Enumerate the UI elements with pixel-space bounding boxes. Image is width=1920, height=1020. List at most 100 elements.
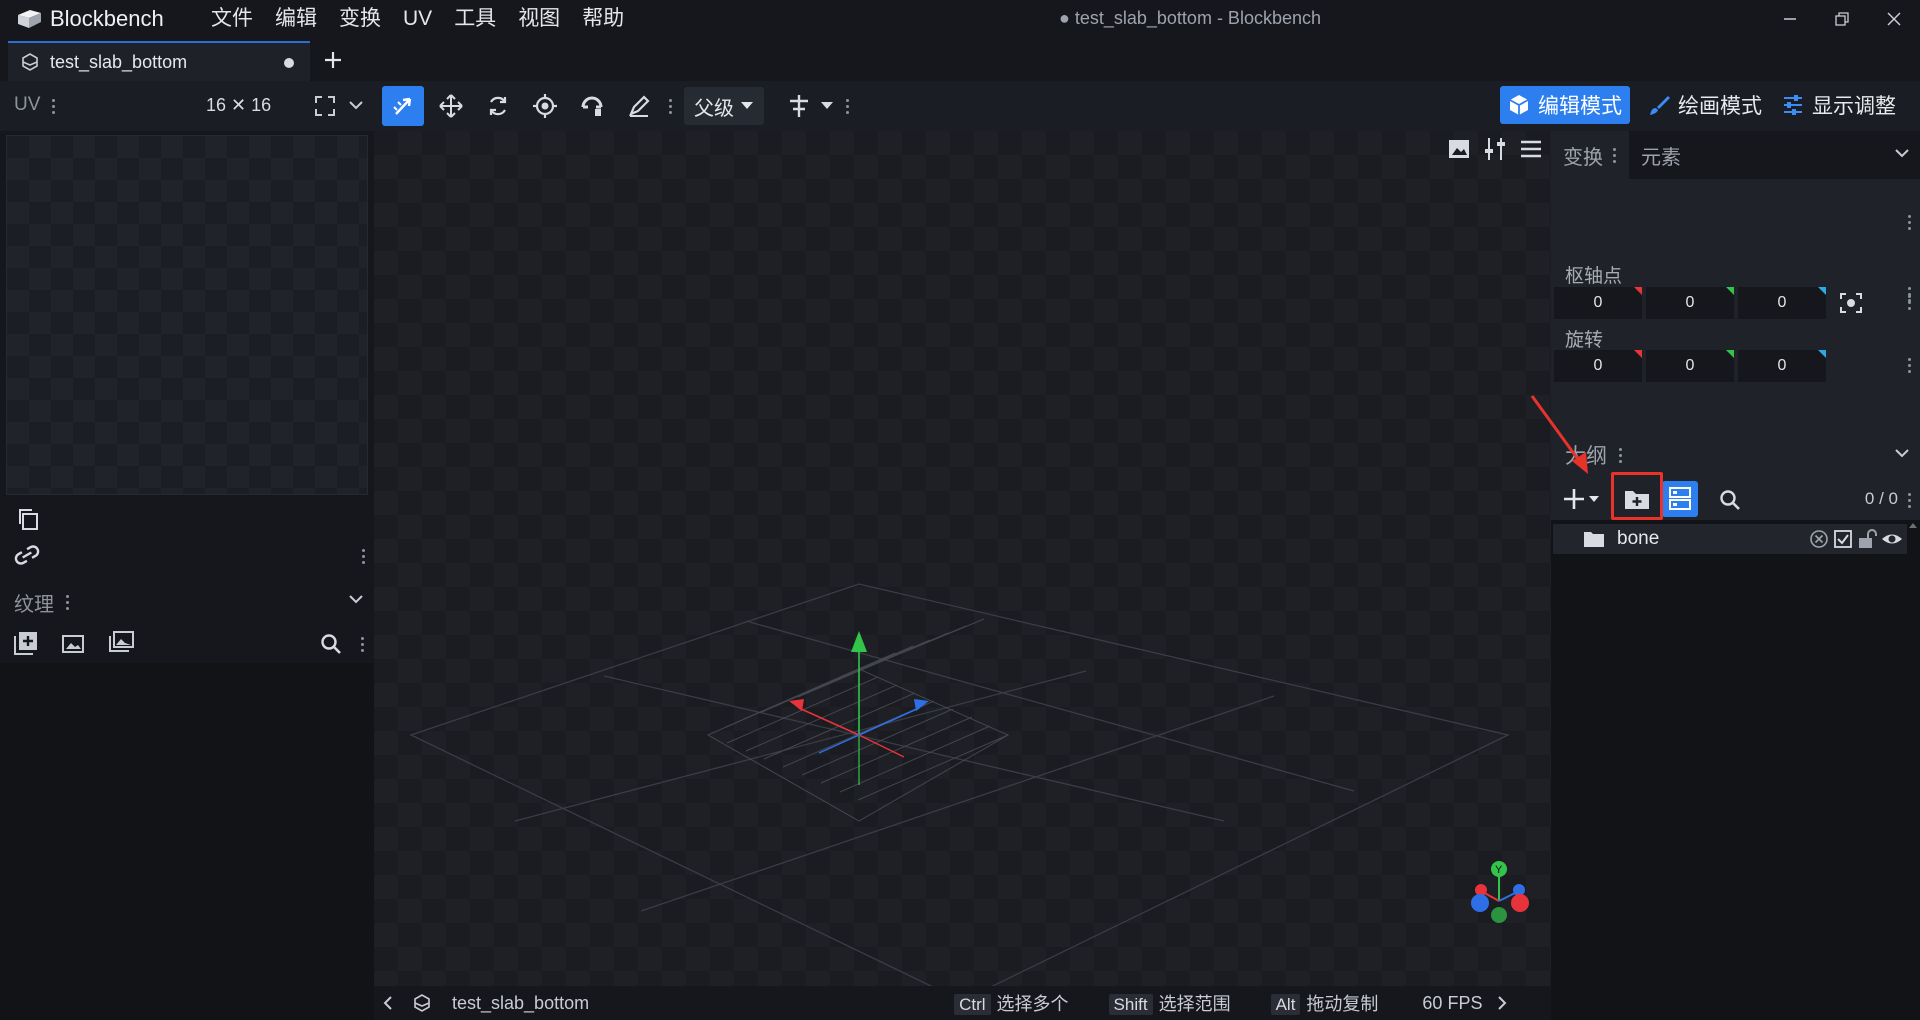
eraser-tool-button[interactable] — [618, 86, 660, 126]
display-mode-button[interactable]: 显示调整 — [1774, 86, 1904, 124]
folder-icon — [1584, 532, 1604, 547]
lock-open-icon[interactable] — [1857, 529, 1877, 549]
more-icon[interactable] — [1906, 358, 1912, 373]
collapse-chevron-icon[interactable] — [348, 593, 364, 605]
target-icon — [533, 94, 557, 118]
menu-help[interactable]: 帮助 — [571, 5, 635, 32]
restore-icon — [1835, 11, 1849, 26]
annotation-highlight-box — [1611, 472, 1663, 520]
orientation-gizmo[interactable]: Y — [1471, 861, 1529, 923]
checkbox-icon[interactable] — [1833, 529, 1853, 549]
close-window-button[interactable] — [1868, 0, 1920, 37]
textures-panel-header: 纹理 — [14, 588, 70, 617]
pivot-x-value: 0 — [1593, 294, 1603, 311]
link-icon[interactable] — [12, 543, 42, 565]
outliner-more-icon[interactable] — [1906, 493, 1912, 508]
project-icon — [412, 993, 432, 1013]
magnet-icon — [581, 96, 603, 116]
pivot-tool-button[interactable] — [524, 86, 566, 126]
outliner-group-row[interactable]: bone — [1553, 524, 1907, 554]
menu-file[interactable]: 文件 — [200, 5, 264, 32]
toolbar-options-icon[interactable] — [667, 99, 673, 114]
tab-transform[interactable]: 变换 — [1551, 131, 1629, 179]
unsaved-dot-icon[interactable] — [284, 58, 294, 68]
collapse-chevron-icon[interactable] — [1894, 147, 1910, 159]
hint-ctrl-label: 选择多个 — [996, 994, 1069, 1014]
export-toggle-icon[interactable] — [1809, 529, 1829, 549]
toolbar-more-icon[interactable] — [844, 99, 850, 114]
import-texture-icon[interactable] — [14, 631, 38, 655]
menu-transform[interactable]: 变换 — [328, 5, 392, 32]
add-element-icon[interactable] — [1562, 487, 1586, 511]
uv-options-icon[interactable] — [50, 99, 56, 114]
menu-uv[interactable]: UV — [392, 5, 443, 32]
paint-mode-button[interactable]: 绘画模式 — [1640, 86, 1770, 124]
caret-down-icon[interactable] — [820, 101, 834, 111]
tab-element[interactable]: 元素 — [1629, 131, 1693, 179]
tab-project[interactable]: test_slab_bottom — [8, 41, 310, 81]
outliner-list[interactable]: bone — [1551, 520, 1920, 1020]
close-icon — [1887, 11, 1901, 26]
minimize-button[interactable] — [1764, 0, 1816, 37]
menu-view[interactable]: 视图 — [507, 5, 571, 32]
eye-icon[interactable] — [1881, 529, 1903, 549]
outliner-count: 0 / 0 — [1864, 489, 1898, 508]
rotate-tool-button[interactable] — [477, 86, 519, 126]
hint-shift: Shift 选择范围 — [1108, 990, 1231, 1016]
new-tab-button[interactable] — [318, 45, 348, 75]
texture-gallery-icon[interactable] — [108, 631, 134, 653]
rotation-z-input[interactable]: 0 — [1738, 350, 1826, 382]
search-icon[interactable] — [320, 633, 342, 655]
caret-down-icon — [741, 102, 753, 109]
display-mode-label: 显示调整 — [1812, 95, 1896, 118]
brush-icon — [1650, 96, 1670, 115]
caret-down-icon[interactable] — [1588, 495, 1600, 503]
textures-options-icon[interactable] — [64, 595, 70, 610]
pivot-z-input[interactable]: 0 — [1738, 287, 1826, 319]
scene-grid: Y — [409, 583, 1529, 986]
transform-tool-button[interactable] — [430, 86, 472, 126]
create-texture-icon[interactable] — [62, 633, 84, 653]
pencil-icon — [628, 95, 650, 117]
chevron-left-icon[interactable] — [382, 995, 394, 1011]
chevron-right-icon[interactable] — [1496, 995, 1508, 1011]
center-pivot-icon[interactable] — [1839, 292, 1863, 314]
rotate-icon — [489, 96, 507, 116]
outliner-options-icon[interactable] — [1617, 447, 1623, 463]
textures-list[interactable] — [0, 663, 374, 1020]
rotation-y-value: 0 — [1685, 357, 1695, 374]
3d-viewport[interactable]: Y — [374, 131, 1551, 986]
menu-edit[interactable]: 编辑 — [264, 5, 328, 32]
transform-space-select[interactable]: 父级 — [684, 87, 764, 125]
move-tool-button[interactable] — [382, 86, 424, 126]
tab-bar: test_slab_bottom — [0, 37, 1920, 81]
fps-counter: 60 FPS — [1422, 992, 1483, 1013]
copy-icon[interactable] — [16, 507, 40, 531]
align-icon[interactable] — [787, 94, 811, 118]
main-toolbar: UV 16 ✕ 16 父级 编辑模式 绘画模式 显示调整 — [0, 81, 1920, 131]
chevron-down-icon[interactable] — [348, 99, 364, 111]
more-icon[interactable] — [1906, 215, 1912, 230]
menu-tools[interactable]: 工具 — [443, 5, 507, 32]
rotation-y-input[interactable]: 0 — [1646, 350, 1734, 382]
pivot-x-input[interactable]: 0 — [1554, 287, 1642, 319]
rotation-x-input[interactable]: 0 — [1554, 350, 1642, 382]
transform-options-icon[interactable] — [1611, 147, 1617, 163]
scroll-up-icon[interactable] — [1908, 521, 1918, 529]
more-icon[interactable] — [1906, 295, 1912, 310]
collapse-chevron-icon[interactable] — [1894, 447, 1910, 459]
uv-editor-canvas[interactable] — [6, 135, 368, 495]
blockbench-logo-icon — [18, 10, 41, 28]
textures-more-icon[interactable] — [359, 637, 365, 652]
search-icon[interactable] — [1719, 489, 1741, 511]
left-panel: 纹理 — [0, 131, 374, 1020]
vertex-snap-button[interactable] — [571, 86, 613, 126]
restore-button[interactable] — [1816, 0, 1868, 37]
annotation-arrow — [1530, 395, 1588, 474]
edit-mode-button[interactable]: 编辑模式 — [1500, 86, 1630, 124]
title-bar: Blockbench 文件 编辑 变换 UV 工具 视图 帮助 ● test_s… — [0, 0, 1920, 37]
uv-tools-more-icon[interactable] — [360, 549, 366, 564]
pivot-y-input[interactable]: 0 — [1646, 287, 1734, 319]
toggle-outliner-view-button[interactable] — [1662, 481, 1698, 517]
fullscreen-icon[interactable] — [314, 95, 336, 117]
